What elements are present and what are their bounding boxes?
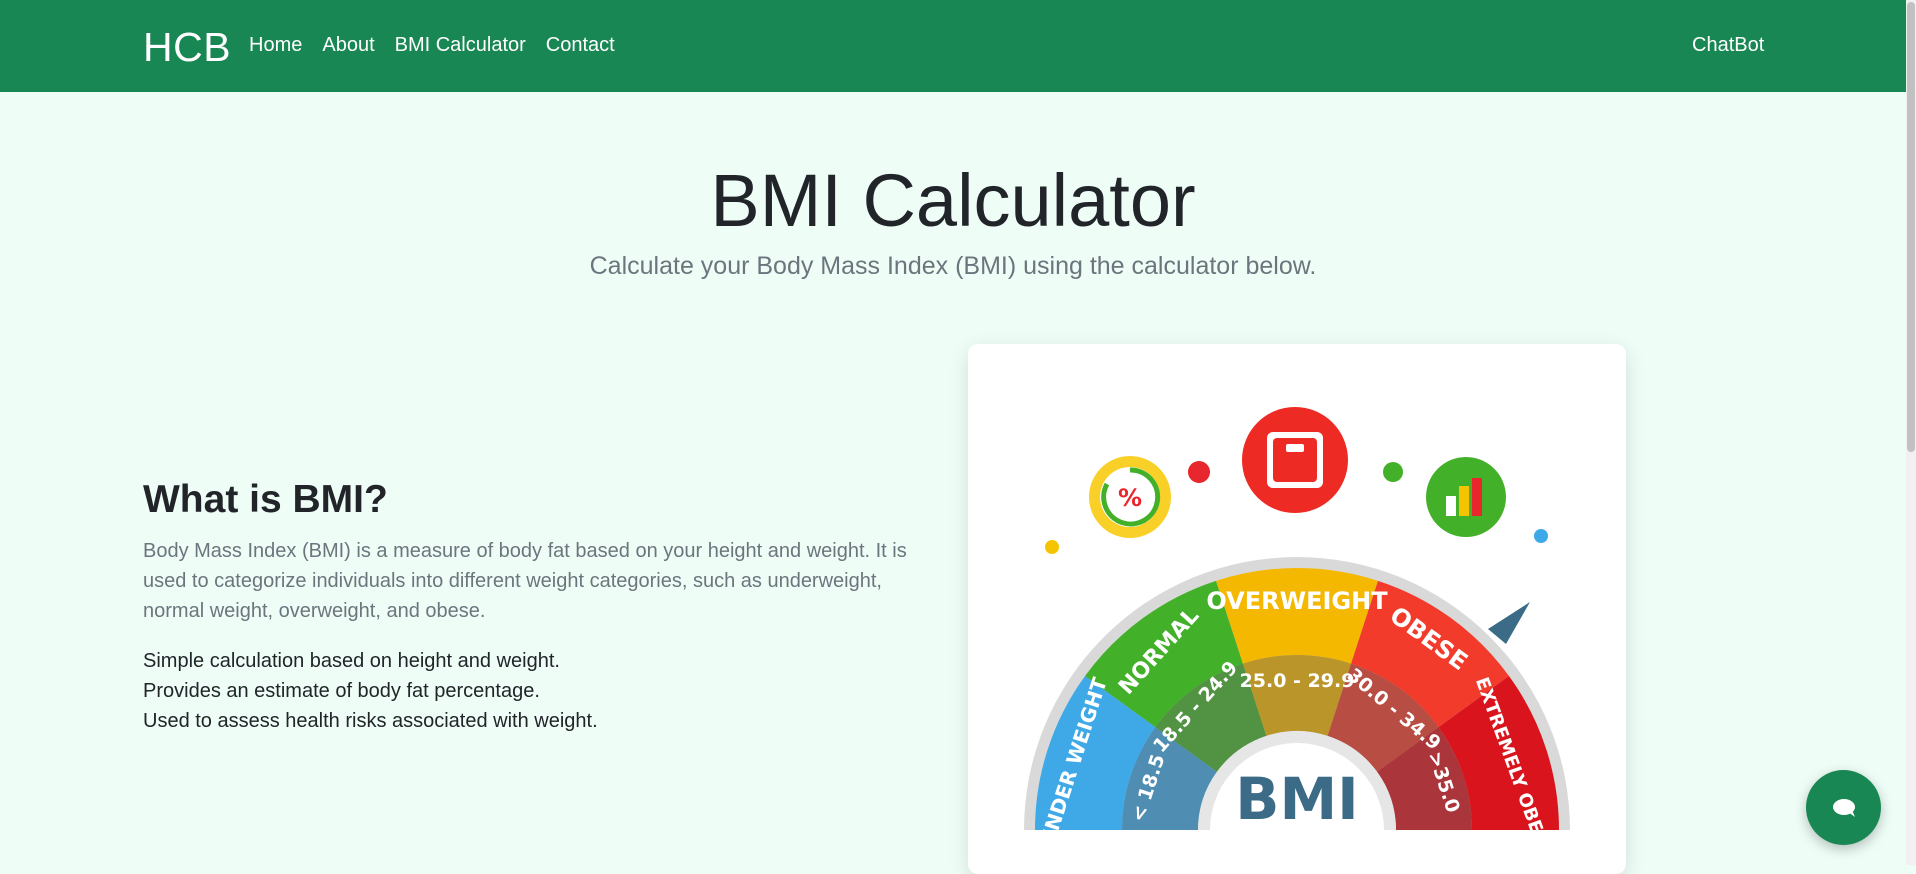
navbar: HCB Home About BMI Calculator Contact Ch…: [0, 0, 1906, 92]
gauge-needle: [1488, 602, 1530, 644]
feature-list: Simple calculation based on height and w…: [143, 646, 598, 736]
feature-item: Simple calculation based on height and w…: [143, 650, 560, 672]
bmi-gauge-illustration: % BMI UNDER WEIGHT NORMAL OVERWEIGHT OBE…: [1024, 407, 1570, 860]
chat-bubble-icon: [1833, 799, 1855, 817]
nav-link-about[interactable]: About: [322, 34, 374, 57]
brand-logo[interactable]: HCB: [143, 24, 231, 71]
page-scrollbar[interactable]: [1906, 0, 1916, 865]
gauge-segment-overweight: [1216, 568, 1378, 664]
chat-button[interactable]: [1806, 770, 1881, 845]
nav-link-home[interactable]: Home: [249, 34, 302, 57]
percent-symbol: %: [1118, 484, 1142, 512]
nav-link-chatbot[interactable]: ChatBot: [1692, 34, 1764, 57]
page-title: BMI Calculator: [710, 159, 1196, 242]
section-description: Body Mass Index (BMI) is a measure of bo…: [143, 540, 907, 622]
scale-icon: [1242, 407, 1348, 513]
segment-range-overweight: 25.0 - 29.9: [1240, 670, 1355, 692]
section-heading: What is BMI?: [143, 478, 388, 521]
bmi-illustration-card: % BMI UNDER WEIGHT NORMAL OVERWEIGHT OBE…: [968, 344, 1626, 874]
nav-link-contact[interactable]: Contact: [546, 34, 615, 57]
bmi-center-label: BMI: [1235, 765, 1359, 833]
scrollbar-thumb[interactable]: [1907, 2, 1915, 452]
page-subtitle: Calculate your Body Mass Index (BMI) usi…: [589, 252, 1317, 280]
nav-links: Home About BMI Calculator Contact: [249, 34, 615, 57]
feature-item: Provides an estimate of body fat percent…: [143, 680, 540, 702]
segment-label-overweight: OVERWEIGHT: [1206, 587, 1388, 615]
nav-link-bmi-calculator[interactable]: BMI Calculator: [395, 34, 526, 57]
bar-chart-icon: [1426, 457, 1506, 537]
feature-item: Used to assess health risks associated w…: [143, 710, 598, 732]
